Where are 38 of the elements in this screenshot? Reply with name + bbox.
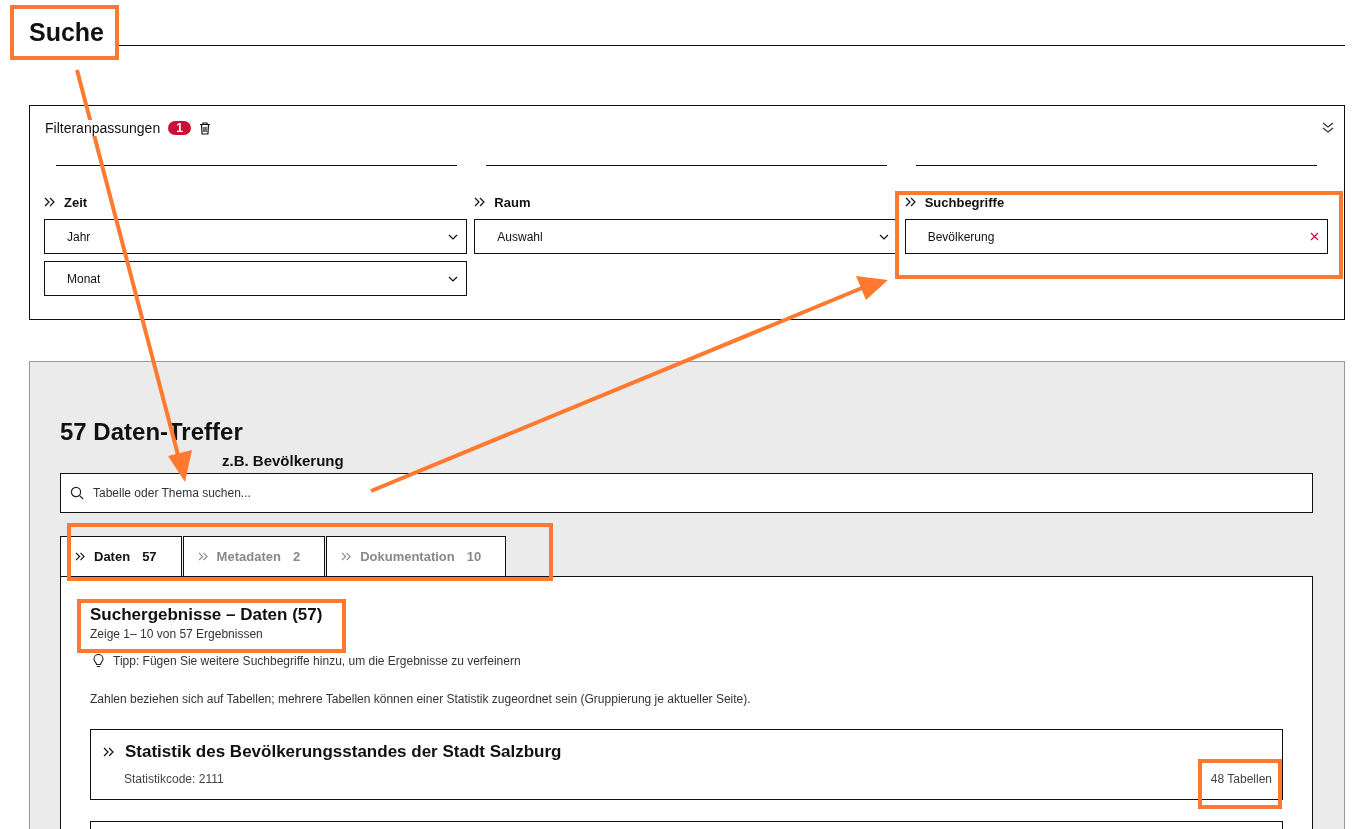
chevron-icon	[75, 552, 86, 561]
lightbulb-icon	[93, 654, 104, 668]
input-field[interactable]: Bevölkerung	[904, 219, 1328, 254]
collapse-icon[interactable]	[1322, 122, 1334, 134]
filter-label: Suchbegriffe	[924, 194, 1005, 210]
select-field[interactable]: Monat	[44, 261, 468, 296]
filter-title: Filteranpassungen	[45, 120, 161, 136]
trash-icon[interactable]	[198, 121, 211, 135]
dropdown-caret-icon	[878, 233, 889, 240]
statistic-code: Statistikcode: 2111	[124, 772, 224, 786]
clear-icon[interactable]	[1310, 232, 1319, 241]
chevron-icon	[474, 197, 487, 207]
dropdown-caret-icon	[448, 233, 459, 240]
search-field[interactable]: Tabelle oder Thema suchen...	[60, 473, 1313, 513]
info-text: Zahlen beziehen sich auf Tabellen; mehrere Tabellen können einer Statistik zugeordnet sein (Gruppierung je aktueller Seite).	[90, 692, 752, 706]
select-field[interactable]: Auswahl	[474, 219, 898, 254]
filter-label: Zeit	[64, 194, 88, 210]
tip-text: Tipp: Fügen Sie weitere Suchbegriffe hinzu, um die Ergebnisse zu verfeinern	[113, 654, 521, 668]
filter-label: Raum	[494, 194, 531, 210]
chevron-icon	[103, 747, 115, 757]
table-count: 48 Tabellen	[1210, 772, 1272, 786]
result-card[interactable]: Statistik des Bevölkerungsstandes der Stadt Salzburg Statistikcode: 2111 48 Tabellen	[90, 729, 1283, 800]
select-field[interactable]: Jahr	[44, 219, 468, 254]
results-tab[interactable]: Dokumentation 10	[326, 536, 507, 576]
results-range: Zeige 1– 10 von 57 Ergebnissen	[90, 627, 264, 641]
card-title: Statistik des Bevölkerungsstandes der Stadt Salzburg	[125, 742, 562, 762]
page-title: Suche	[29, 18, 105, 46]
results-tab[interactable]: Daten 57	[60, 536, 182, 576]
dropdown-caret-icon	[448, 275, 459, 282]
chevron-icon	[44, 197, 56, 207]
panel-title: Suchergebnisse – Daten (57)	[90, 605, 324, 625]
chevron-icon	[197, 552, 209, 561]
annotation-note: z.B. Bevölkerung	[222, 452, 344, 469]
chevron-icon	[341, 552, 353, 561]
filter-count-badge: 1	[168, 121, 191, 135]
results-tab[interactable]: Metadaten 2	[182, 536, 326, 576]
search-icon	[70, 486, 84, 500]
chevron-icon	[904, 197, 917, 207]
